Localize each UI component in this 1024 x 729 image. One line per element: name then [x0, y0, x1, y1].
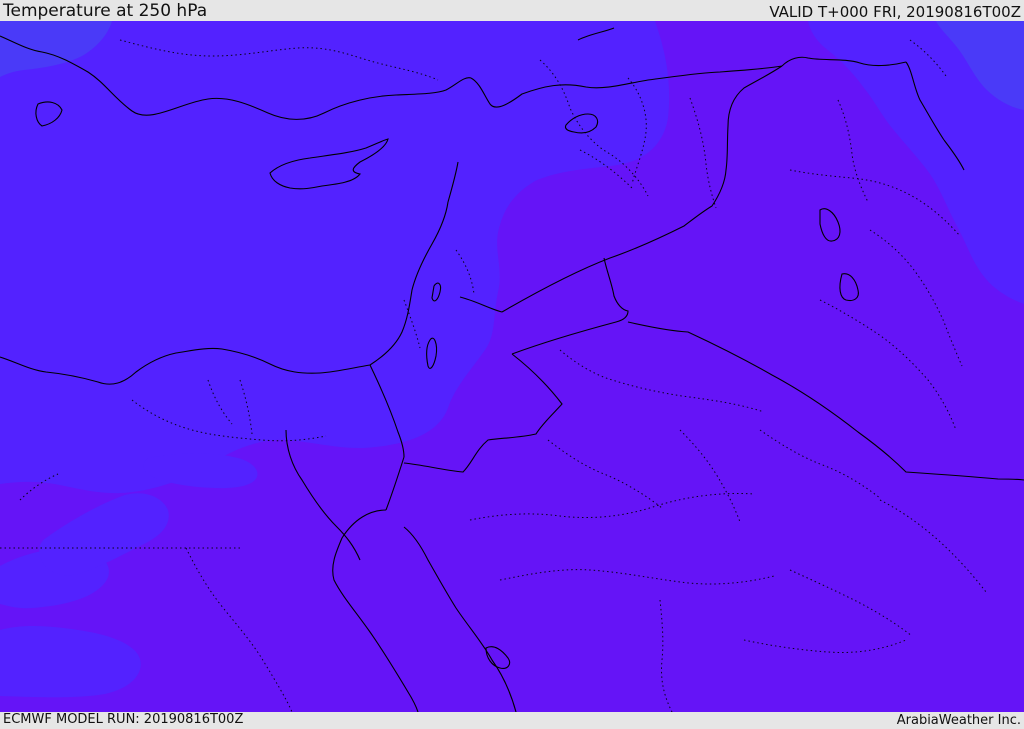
map-footer: ECMWF MODEL RUN: 20190816T00Z ArabiaWeat… [0, 712, 1024, 729]
model-run-label: ECMWF MODEL RUN: 20190816T00Z [3, 712, 244, 727]
temperature-map-canvas [0, 21, 1024, 712]
credit-label: ArabiaWeather Inc. [896, 713, 1021, 728]
map-title: Temperature at 250 hPa [3, 1, 208, 21]
temperature-map [0, 21, 1024, 712]
map-header: Temperature at 250 hPa VALID T+000 FRI, … [0, 0, 1024, 21]
map-page: Temperature at 250 hPa VALID T+000 FRI, … [0, 0, 1024, 729]
valid-time-label: VALID T+000 FRI, 20190816T00Z [769, 3, 1021, 21]
